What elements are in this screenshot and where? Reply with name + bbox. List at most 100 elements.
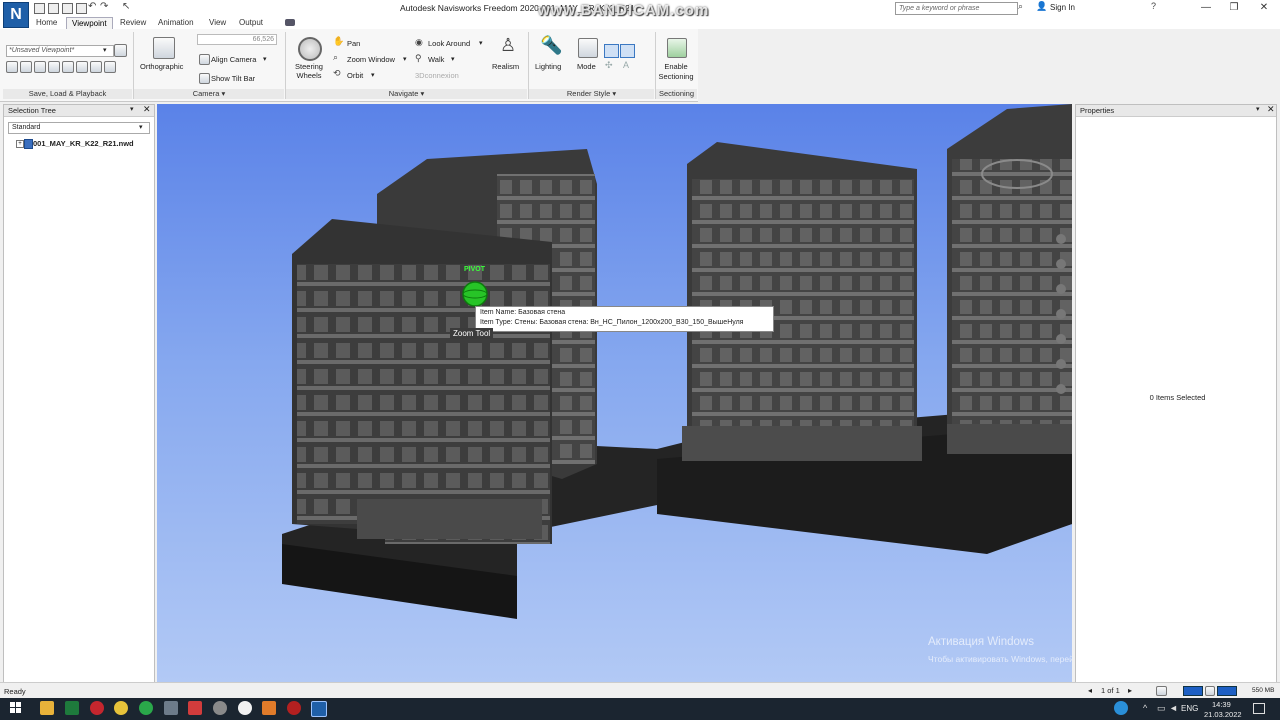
play-icon[interactable]: [76, 61, 88, 73]
undo-icon[interactable]: ↶: [88, 1, 96, 12]
navigate-panel-title[interactable]: Navigate ▾: [286, 89, 527, 99]
sheet-next-icon[interactable]: ▸: [1128, 686, 1132, 695]
ribbon-options-icon[interactable]: [285, 19, 295, 26]
zoom-window-button[interactable]: Zoom Window: [347, 55, 395, 64]
print-icon[interactable]: [76, 3, 87, 14]
pin-icon[interactable]: ▾: [130, 105, 134, 113]
close-panel-icon[interactable]: ✕: [143, 104, 151, 115]
app-orange-icon[interactable]: [262, 701, 276, 715]
points-toggle-icon[interactable]: ✣: [605, 60, 613, 71]
file-explorer-icon[interactable]: [40, 701, 54, 715]
app-menu-button[interactable]: N: [3, 2, 29, 28]
close-button[interactable]: ✕: [1250, 0, 1278, 16]
save-load-panel-title[interactable]: Save, Load & Playback: [3, 89, 132, 99]
network-icon[interactable]: ▭: [1157, 703, 1166, 714]
app-red-icon[interactable]: [90, 701, 104, 715]
tab-animation[interactable]: Animation: [153, 17, 199, 29]
close-panel-icon[interactable]: ✕: [1267, 104, 1275, 115]
nav-bar-look-icon[interactable]: [1056, 334, 1066, 344]
tree-item-file[interactable]: 001_MAY_KR_K22_R21.nwd: [33, 139, 134, 148]
first-frame-icon[interactable]: [6, 61, 18, 73]
orbit-button[interactable]: Orbit: [347, 71, 363, 80]
binoculars-icon[interactable]: ⌕: [1018, 1, 1023, 12]
tray-chevron-icon[interactable]: ^: [1143, 703, 1147, 713]
show-tilt-bar-button[interactable]: Show Tilt Bar: [211, 74, 255, 83]
save-icon[interactable]: [62, 3, 73, 14]
nav-bar-zoom-icon[interactable]: [1056, 284, 1066, 294]
windows-start-icon[interactable]: [10, 702, 22, 714]
step-forward-icon[interactable]: [90, 61, 102, 73]
look-around-button[interactable]: Look Around: [428, 39, 470, 48]
play-reverse-icon[interactable]: [34, 61, 46, 73]
bandicam-icon[interactable]: [287, 701, 301, 715]
nav-bar-wheel-icon[interactable]: [1056, 234, 1066, 244]
app-grey-icon[interactable]: [164, 701, 178, 715]
tree-view-dropdown[interactable]: Standard: [8, 122, 150, 134]
maximize-button[interactable]: ❐: [1220, 0, 1248, 16]
navisworks-taskbar-icon[interactable]: [311, 701, 327, 717]
pause-icon[interactable]: [48, 61, 60, 73]
lighting-lamp-icon[interactable]: 🔦: [540, 35, 562, 56]
pin-icon[interactable]: ▾: [1256, 105, 1260, 113]
nav-bar-walk-icon[interactable]: [1056, 359, 1066, 369]
sheet-prev-icon[interactable]: ◂: [1088, 686, 1092, 695]
enable-sectioning-button[interactable]: Enable Sectioning: [656, 62, 696, 82]
clock-time[interactable]: 14:39: [1212, 700, 1231, 709]
help-icon[interactable]: ?: [1151, 1, 1156, 11]
last-frame-icon[interactable]: [104, 61, 116, 73]
minimize-button[interactable]: —: [1192, 0, 1220, 16]
step-back-icon[interactable]: [20, 61, 32, 73]
tab-view[interactable]: View: [204, 17, 231, 29]
redo-icon[interactable]: ↷: [100, 1, 108, 12]
orthographic-button[interactable]: Orthographic: [140, 62, 183, 71]
nav-bar-select-icon[interactable]: [1056, 384, 1066, 394]
open-file-icon[interactable]: [48, 3, 59, 14]
clock-date[interactable]: 21.03.2022: [1204, 710, 1242, 719]
3d-viewport[interactable]: PIVOT Item Name: Базовая стена Item Type…: [157, 104, 1072, 682]
surfaces-toggle-icon[interactable]: [604, 44, 619, 58]
field-of-view-slider[interactable]: 66,526: [197, 34, 277, 45]
lighting-button[interactable]: Lighting: [535, 62, 561, 71]
realism-figure-icon[interactable]: ♙: [500, 35, 516, 56]
saved-viewpoint-dropdown[interactable]: *Unsaved Viewpoint*: [6, 45, 114, 57]
mode-button[interactable]: Mode: [577, 62, 596, 71]
render-style-panel-title[interactable]: Render Style ▾: [529, 89, 654, 99]
align-camera-button[interactable]: Align Camera: [211, 55, 256, 64]
chrome-icon[interactable]: [114, 701, 128, 715]
sectioning-panel-title[interactable]: Sectioning: [656, 89, 697, 99]
save-viewpoint-icon[interactable]: [114, 44, 127, 57]
steering-wheels-icon[interactable]: [298, 37, 322, 61]
language-indicator[interactable]: ENG: [1181, 704, 1198, 713]
settings-gear-icon[interactable]: [213, 701, 227, 715]
volume-icon[interactable]: ◄: [1169, 703, 1178, 713]
steering-wheels-button[interactable]: Steering Wheels: [293, 62, 325, 80]
tab-output[interactable]: Output: [234, 17, 268, 29]
sign-in-link[interactable]: Sign In: [1050, 3, 1075, 12]
nav-bar-pan-icon[interactable]: [1056, 259, 1066, 269]
help-tray-icon[interactable]: [1114, 701, 1128, 715]
camera-panel-title[interactable]: Camera ▾: [134, 89, 284, 99]
whatsapp-icon[interactable]: [139, 701, 153, 715]
nav-bar-orbit-icon[interactable]: [1056, 309, 1066, 319]
select-cursor-icon[interactable]: ↖: [122, 1, 130, 12]
pan-button[interactable]: Pan: [347, 39, 360, 48]
excel-icon[interactable]: [65, 701, 79, 715]
expand-node-icon[interactable]: +: [16, 140, 24, 148]
walk-button[interactable]: Walk: [428, 55, 444, 64]
notifications-icon[interactable]: [1253, 703, 1265, 714]
sheet-browser-icon[interactable]: [1156, 686, 1167, 696]
3dconnexion-button[interactable]: 3Dconnexion: [415, 71, 459, 80]
new-file-icon[interactable]: [34, 3, 45, 14]
sectioning-cube-icon[interactable]: [667, 38, 687, 58]
autocad-icon[interactable]: [188, 701, 202, 715]
render-mode-cube-icon[interactable]: [578, 38, 598, 58]
search-input[interactable]: Type a keyword or phrase: [895, 2, 1018, 15]
lines-toggle-icon[interactable]: [620, 44, 635, 58]
stop-icon[interactable]: [62, 61, 74, 73]
tab-review[interactable]: Review: [115, 17, 151, 29]
tab-home[interactable]: Home: [31, 17, 62, 29]
text-toggle-icon[interactable]: A: [623, 60, 629, 70]
realism-button[interactable]: Realism: [492, 62, 519, 71]
orthographic-icon[interactable]: [153, 37, 175, 59]
yandex-browser-icon[interactable]: [238, 701, 252, 715]
